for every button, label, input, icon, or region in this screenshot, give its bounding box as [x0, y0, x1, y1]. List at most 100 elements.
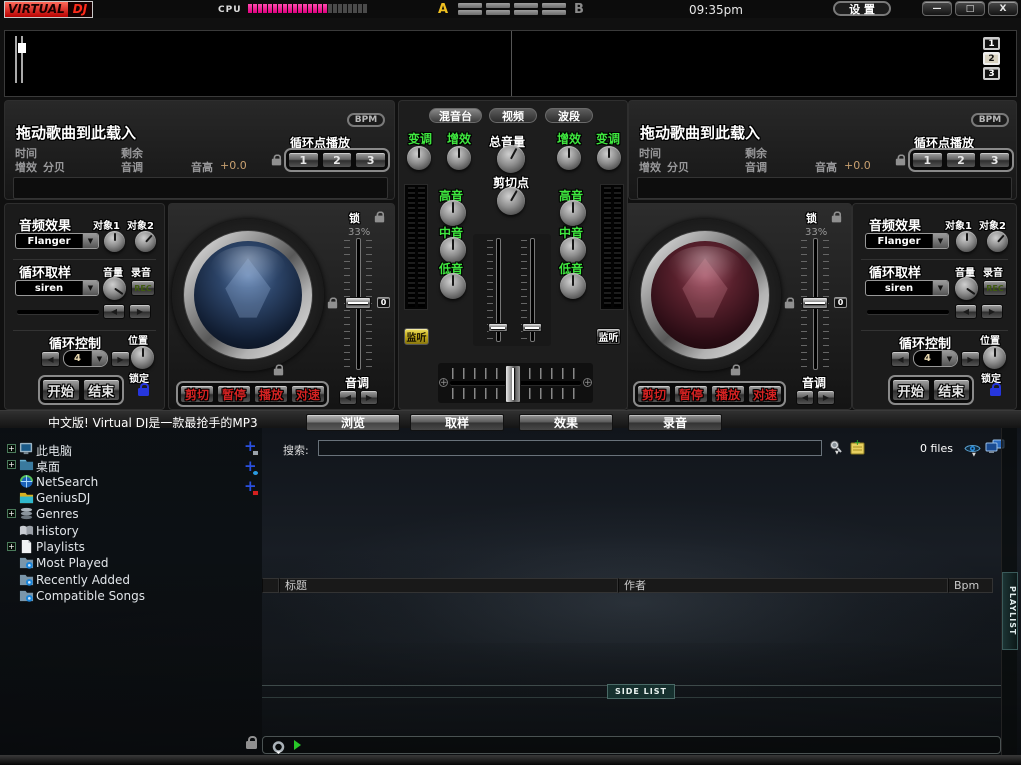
right-gain-knob[interactable] — [557, 146, 581, 170]
left-eq-low-knob[interactable] — [440, 273, 466, 299]
crossfader-left-plus-icon[interactable]: + — [439, 378, 448, 387]
key-down-button[interactable]: ◀ — [339, 390, 357, 405]
pitch-slider-lock-icon[interactable] — [785, 302, 794, 309]
add-favorite-folder-button[interactable]: + — [243, 440, 259, 456]
chevron-down-icon[interactable]: ▼ — [941, 351, 957, 366]
sample-select[interactable]: siren ▼ — [15, 280, 99, 296]
rhythm-zoom-3-button[interactable]: 3 — [983, 67, 1000, 80]
settings-button[interactable]: 设 置 — [833, 1, 891, 16]
right-fader-handle[interactable] — [522, 323, 542, 332]
minimize-button[interactable]: — — [922, 1, 952, 16]
loop-shorter-button[interactable]: ◀ — [891, 351, 910, 367]
tree-item-history[interactable]: History — [0, 523, 260, 539]
search-options-arrow-icon[interactable]: ▼ — [835, 450, 839, 456]
key-down-button[interactable]: ◀ — [796, 390, 814, 405]
close-button[interactable]: X — [988, 1, 1018, 16]
left-monitor-button[interactable]: 监听 — [404, 328, 429, 345]
loop-end-button[interactable]: 结束 — [83, 379, 121, 401]
pitch-slider-handle[interactable] — [345, 297, 371, 309]
loop-length-select[interactable]: 4 ▼ — [913, 350, 958, 367]
maximize-button[interactable]: □ — [955, 1, 985, 16]
rhythm-zoom-2-button[interactable]: 2 — [983, 52, 1000, 65]
cue-button[interactable]: 剪切 — [180, 385, 214, 403]
pitch-slider[interactable] — [800, 238, 830, 370]
sample-prev-button[interactable]: ◀ — [103, 304, 125, 319]
cue-lock-icon[interactable] — [896, 159, 905, 166]
sample-select[interactable]: siren ▼ — [865, 280, 949, 296]
pitch-slider-lock-icon[interactable] — [328, 302, 337, 309]
chevron-down-icon[interactable]: ▼ — [932, 234, 948, 248]
pitch-lock-icon[interactable] — [375, 216, 384, 223]
sample-next-button[interactable]: ▶ — [129, 304, 151, 319]
pitch-zero-button[interactable]: 0 — [834, 297, 847, 308]
fx-param1-knob[interactable] — [104, 231, 125, 252]
tree-item-netsearch[interactable]: NetSearch — [0, 474, 260, 490]
tab-browse[interactable]: 浏览 — [306, 414, 400, 431]
sample-progress-bar[interactable] — [867, 310, 949, 314]
column-header-artist[interactable]: 作者 — [618, 578, 948, 593]
sync-button[interactable]: 对速 — [291, 385, 325, 403]
tab-video[interactable]: 视频 — [489, 108, 537, 123]
tab-effects[interactable]: 效果 — [519, 414, 613, 431]
bpm-button[interactable]: BPM — [971, 113, 1009, 127]
right-eq-low-knob[interactable] — [560, 273, 586, 299]
loop-start-button[interactable]: 开始 — [892, 379, 930, 401]
search-input[interactable] — [318, 440, 822, 456]
bpm-button[interactable]: BPM — [347, 113, 385, 127]
fx-param1-knob[interactable] — [956, 231, 977, 252]
cue-point-knob[interactable] — [497, 187, 525, 215]
sampler-rec-button[interactable]: REC — [131, 280, 155, 296]
column-header-bpm[interactable]: Bpm — [948, 578, 993, 593]
crossfader-handle[interactable] — [505, 365, 521, 403]
loop-position-knob[interactable] — [983, 346, 1006, 369]
crossfader-right-plus-icon[interactable]: + — [583, 378, 592, 387]
pitch-slider[interactable] — [343, 238, 373, 370]
effect-select[interactable]: Flanger ▼ — [865, 233, 949, 249]
pitch-lock-icon[interactable] — [832, 216, 841, 223]
sync-button[interactable]: 对速 — [748, 385, 782, 403]
expand-icon[interactable]: + — [7, 460, 16, 469]
chevron-down-icon[interactable]: ▼ — [82, 281, 98, 295]
sample-progress-bar[interactable] — [17, 310, 99, 314]
left-channel-fader[interactable] — [487, 238, 509, 342]
key-up-button[interactable]: ▶ — [360, 390, 378, 405]
cue-1-button[interactable]: 1 — [912, 152, 943, 168]
song-position-strip[interactable] — [13, 177, 388, 199]
loop-length-select[interactable]: 4 ▼ — [63, 350, 108, 367]
pause-button[interactable]: 暂停 — [217, 385, 251, 403]
cue-lock-icon[interactable] — [272, 159, 281, 166]
rhythm-zoom-1-button[interactable]: 1 — [983, 37, 1000, 50]
pause-button[interactable]: 暂停 — [674, 385, 708, 403]
loop-shorter-button[interactable]: ◀ — [41, 351, 60, 367]
left-eq-high-knob[interactable] — [440, 200, 466, 226]
pitch-zero-button[interactable]: 0 — [377, 297, 390, 308]
key-up-button[interactable]: ▶ — [817, 390, 835, 405]
eye-options-arrow-icon[interactable]: ▼ — [972, 452, 976, 458]
sidelist-play-icon[interactable] — [294, 740, 301, 750]
add-filter-folder-button[interactable]: + — [243, 480, 259, 496]
tree-item-compatible-songs[interactable]: Compatible Songs — [0, 588, 260, 604]
fx-param2-knob[interactable] — [987, 231, 1008, 252]
expand-icon[interactable]: + — [7, 542, 16, 551]
fx-param2-knob[interactable] — [135, 231, 156, 252]
right-eq-high-knob[interactable] — [560, 200, 586, 226]
sample-prev-button[interactable]: ◀ — [955, 304, 977, 319]
loop-longer-button[interactable]: ▶ — [111, 351, 130, 367]
tree-item-computer[interactable]: + 此电脑 — [0, 441, 260, 457]
play-button[interactable]: 播放 — [711, 385, 745, 403]
column-header-title[interactable]: 标题 — [279, 578, 618, 593]
right-monitor-button[interactable]: 监听 — [596, 328, 621, 345]
effect-select[interactable]: Flanger ▼ — [15, 233, 99, 249]
tree-item-genres[interactable]: + Genres — [0, 506, 260, 522]
sample-next-button[interactable]: ▶ — [981, 304, 1003, 319]
expand-icon[interactable]: + — [7, 509, 16, 518]
left-fader-handle[interactable] — [488, 323, 508, 332]
tab-scratch[interactable]: 波段 — [545, 108, 593, 123]
cue-1-button[interactable]: 1 — [288, 152, 319, 168]
pitch-slider-handle[interactable] — [802, 297, 828, 309]
tree-item-geniusdj[interactable]: GeniusDJ — [0, 490, 260, 506]
sampler-rec-button[interactable]: REC — [983, 280, 1007, 296]
loop-start-button[interactable]: 开始 — [42, 379, 80, 401]
jog-wheel[interactable] — [172, 219, 324, 371]
chevron-down-icon[interactable]: ▼ — [91, 351, 107, 366]
